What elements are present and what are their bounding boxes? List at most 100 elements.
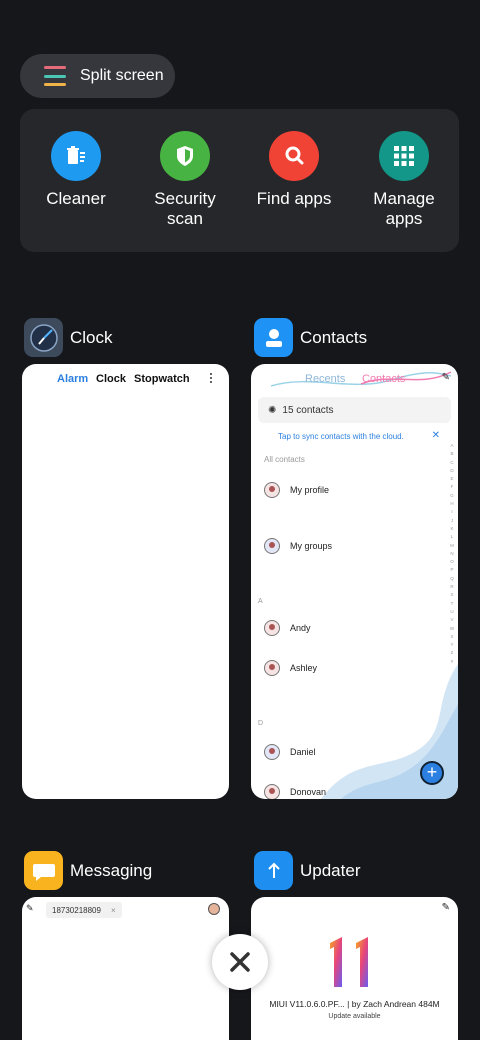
close-icon[interactable]: ✕ xyxy=(432,430,440,441)
list-item[interactable]: Daniel xyxy=(264,744,316,760)
tab-alarm[interactable]: Alarm xyxy=(57,373,88,385)
alphabet-letter[interactable]: X xyxy=(448,633,456,641)
contact-name: Andy xyxy=(290,623,311,633)
list-item[interactable]: Ashley xyxy=(264,660,317,676)
alphabet-letter[interactable]: M xyxy=(448,542,456,550)
alphabet-index[interactable]: A B C D E F G H I J K L M N O P Q R S T U V W X Y Z # xyxy=(448,442,456,666)
tab-stopwatch[interactable]: Stopwatch xyxy=(134,373,190,385)
clock-app-card[interactable]: Alarm Clock Stopwatch xyxy=(22,364,229,799)
alphabet-letter[interactable]: Y xyxy=(448,641,456,649)
alphabet-letter[interactable]: I xyxy=(448,508,456,516)
contacts-app-card[interactable]: Recents Contacts ✎ ✺ 15 contacts Tap to … xyxy=(251,364,458,799)
sun-icon: ✺ xyxy=(268,404,277,416)
shield-icon xyxy=(160,131,210,181)
avatar xyxy=(264,660,280,676)
alphabet-letter[interactable]: Q xyxy=(448,575,456,583)
manage-apps-label: Manage apps xyxy=(373,189,435,228)
alphabet-letter[interactable]: # xyxy=(448,658,456,666)
contacts-card-header: Contacts xyxy=(254,318,367,357)
clear-all-button[interactable] xyxy=(212,934,268,990)
version-text: MIUI V11.0.6.0.PF... xyxy=(269,999,345,1009)
tab-recents[interactable]: Recents xyxy=(305,373,345,385)
alphabet-letter[interactable]: O xyxy=(448,558,456,566)
close-icon xyxy=(230,952,250,972)
more-options-icon[interactable] xyxy=(210,373,213,385)
list-item[interactable]: My groups xyxy=(264,538,332,554)
contact-name: My groups xyxy=(290,541,333,551)
add-contact-button[interactable]: + xyxy=(420,761,444,785)
alphabet-letter[interactable]: D xyxy=(448,467,456,475)
find-apps-label: Find apps xyxy=(256,189,332,208)
split-screen-button[interactable]: Split screen xyxy=(20,54,175,98)
messaging-app-card[interactable]: 18730218809 × ✎ xyxy=(22,897,229,1040)
remove-recipient-icon[interactable]: × xyxy=(111,906,116,915)
alphabet-letter[interactable]: E xyxy=(448,475,456,483)
list-item[interactable]: Donovan xyxy=(264,784,326,799)
alphabet-letter[interactable]: P xyxy=(448,566,456,574)
version-author: | by Zach Andrean 484M xyxy=(347,999,440,1009)
cleaner-label: Cleaner xyxy=(46,189,106,208)
alphabet-letter[interactable]: R xyxy=(448,583,456,591)
contact-name: Donovan xyxy=(290,787,327,797)
clock-app-title: Clock xyxy=(70,327,113,347)
theme-icon[interactable]: ✎ xyxy=(442,372,450,383)
avatar xyxy=(264,784,280,799)
sync-banner-text[interactable]: Tap to sync contacts with the cloud. xyxy=(278,432,404,441)
recipient-number: 18730218809 xyxy=(52,905,101,915)
header-wave-decoration xyxy=(270,371,452,387)
alphabet-letter[interactable]: C xyxy=(448,459,456,467)
messaging-card-header: Messaging xyxy=(24,851,152,890)
avatar[interactable] xyxy=(208,903,220,915)
clock-app-icon xyxy=(24,318,63,357)
alphabet-letter[interactable]: U xyxy=(448,608,456,616)
contacts-count: 15 contacts xyxy=(282,404,334,416)
tab-contacts[interactable]: Contacts xyxy=(362,373,405,385)
list-item[interactable]: My profile xyxy=(264,482,329,498)
contacts-app-icon xyxy=(254,318,293,357)
updater-app-card[interactable]: ✎ MIUI V11.0.6.0.PF... | by Zach Andrean… xyxy=(251,897,458,1040)
theme-icon[interactable]: ✎ xyxy=(442,902,450,913)
manage-apps-button[interactable]: Manage apps xyxy=(349,131,459,229)
alphabet-letter[interactable]: F xyxy=(448,483,456,491)
alphabet-letter[interactable]: A xyxy=(448,442,456,450)
updater-app-icon xyxy=(254,851,293,890)
alphabet-letter[interactable]: T xyxy=(448,600,456,608)
contact-name: My profile xyxy=(290,485,330,495)
alphabet-letter[interactable]: S xyxy=(448,591,456,599)
avatar xyxy=(264,744,280,760)
alphabet-letter[interactable]: G xyxy=(448,492,456,500)
list-item[interactable]: Andy xyxy=(264,620,311,636)
security-scan-button[interactable]: Security scan xyxy=(130,131,240,229)
avatar xyxy=(264,620,280,636)
magnifier-icon xyxy=(269,131,319,181)
update-status: Update available xyxy=(328,1013,381,1020)
cleaner-button[interactable]: Cleaner xyxy=(21,131,131,209)
clock-card-header: Clock xyxy=(24,318,113,357)
contact-name: Ashley xyxy=(290,663,318,673)
find-apps-button[interactable]: Find apps xyxy=(239,131,349,209)
alphabet-letter[interactable]: Z xyxy=(448,649,456,657)
avatar xyxy=(264,538,280,554)
header-bubble-decoration xyxy=(132,897,212,907)
alphabet-letter[interactable]: L xyxy=(448,533,456,541)
contacts-app-title: Contacts xyxy=(300,327,368,347)
alphabet-letter[interactable]: W xyxy=(448,625,456,633)
theme-icon[interactable]: ✎ xyxy=(26,903,34,914)
alphabet-letter[interactable]: B xyxy=(448,450,456,458)
recipient-chip[interactable]: 18730218809 × xyxy=(46,902,122,918)
contact-name: Daniel xyxy=(290,747,316,757)
quick-tools-panel: Cleaner Security scan Find apps Manage a… xyxy=(20,109,459,252)
contacts-count-pill[interactable]: ✺ 15 contacts xyxy=(258,397,451,423)
alphabet-letter[interactable]: J xyxy=(448,517,456,525)
alphabet-letter[interactable]: V xyxy=(448,616,456,624)
section-header: A xyxy=(258,598,263,605)
alphabet-letter[interactable]: K xyxy=(448,525,456,533)
messaging-app-title: Messaging xyxy=(70,860,153,880)
all-contacts-label[interactable]: All contacts xyxy=(264,455,305,464)
updater-card-header: Updater xyxy=(254,851,360,890)
tab-clock[interactable]: Clock xyxy=(96,373,126,385)
avatar xyxy=(264,482,280,498)
security-scan-label: Security scan xyxy=(154,189,216,228)
alphabet-letter[interactable]: H xyxy=(448,500,456,508)
alphabet-letter[interactable]: N xyxy=(448,550,456,558)
